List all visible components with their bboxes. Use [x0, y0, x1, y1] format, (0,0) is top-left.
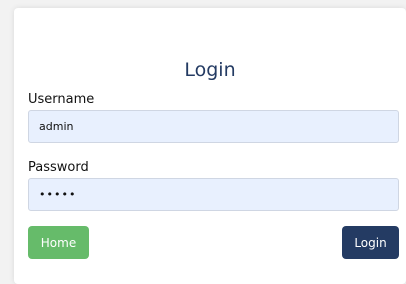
password-field[interactable]	[28, 178, 399, 211]
login-button[interactable]: Login	[342, 226, 399, 259]
username-field[interactable]	[28, 110, 399, 143]
login-card: Login Username Password Home Login	[14, 8, 406, 284]
username-label: Username	[28, 92, 95, 107]
home-button[interactable]: Home	[28, 226, 89, 259]
page-title: Login	[184, 59, 236, 81]
password-label: Password	[28, 160, 89, 175]
